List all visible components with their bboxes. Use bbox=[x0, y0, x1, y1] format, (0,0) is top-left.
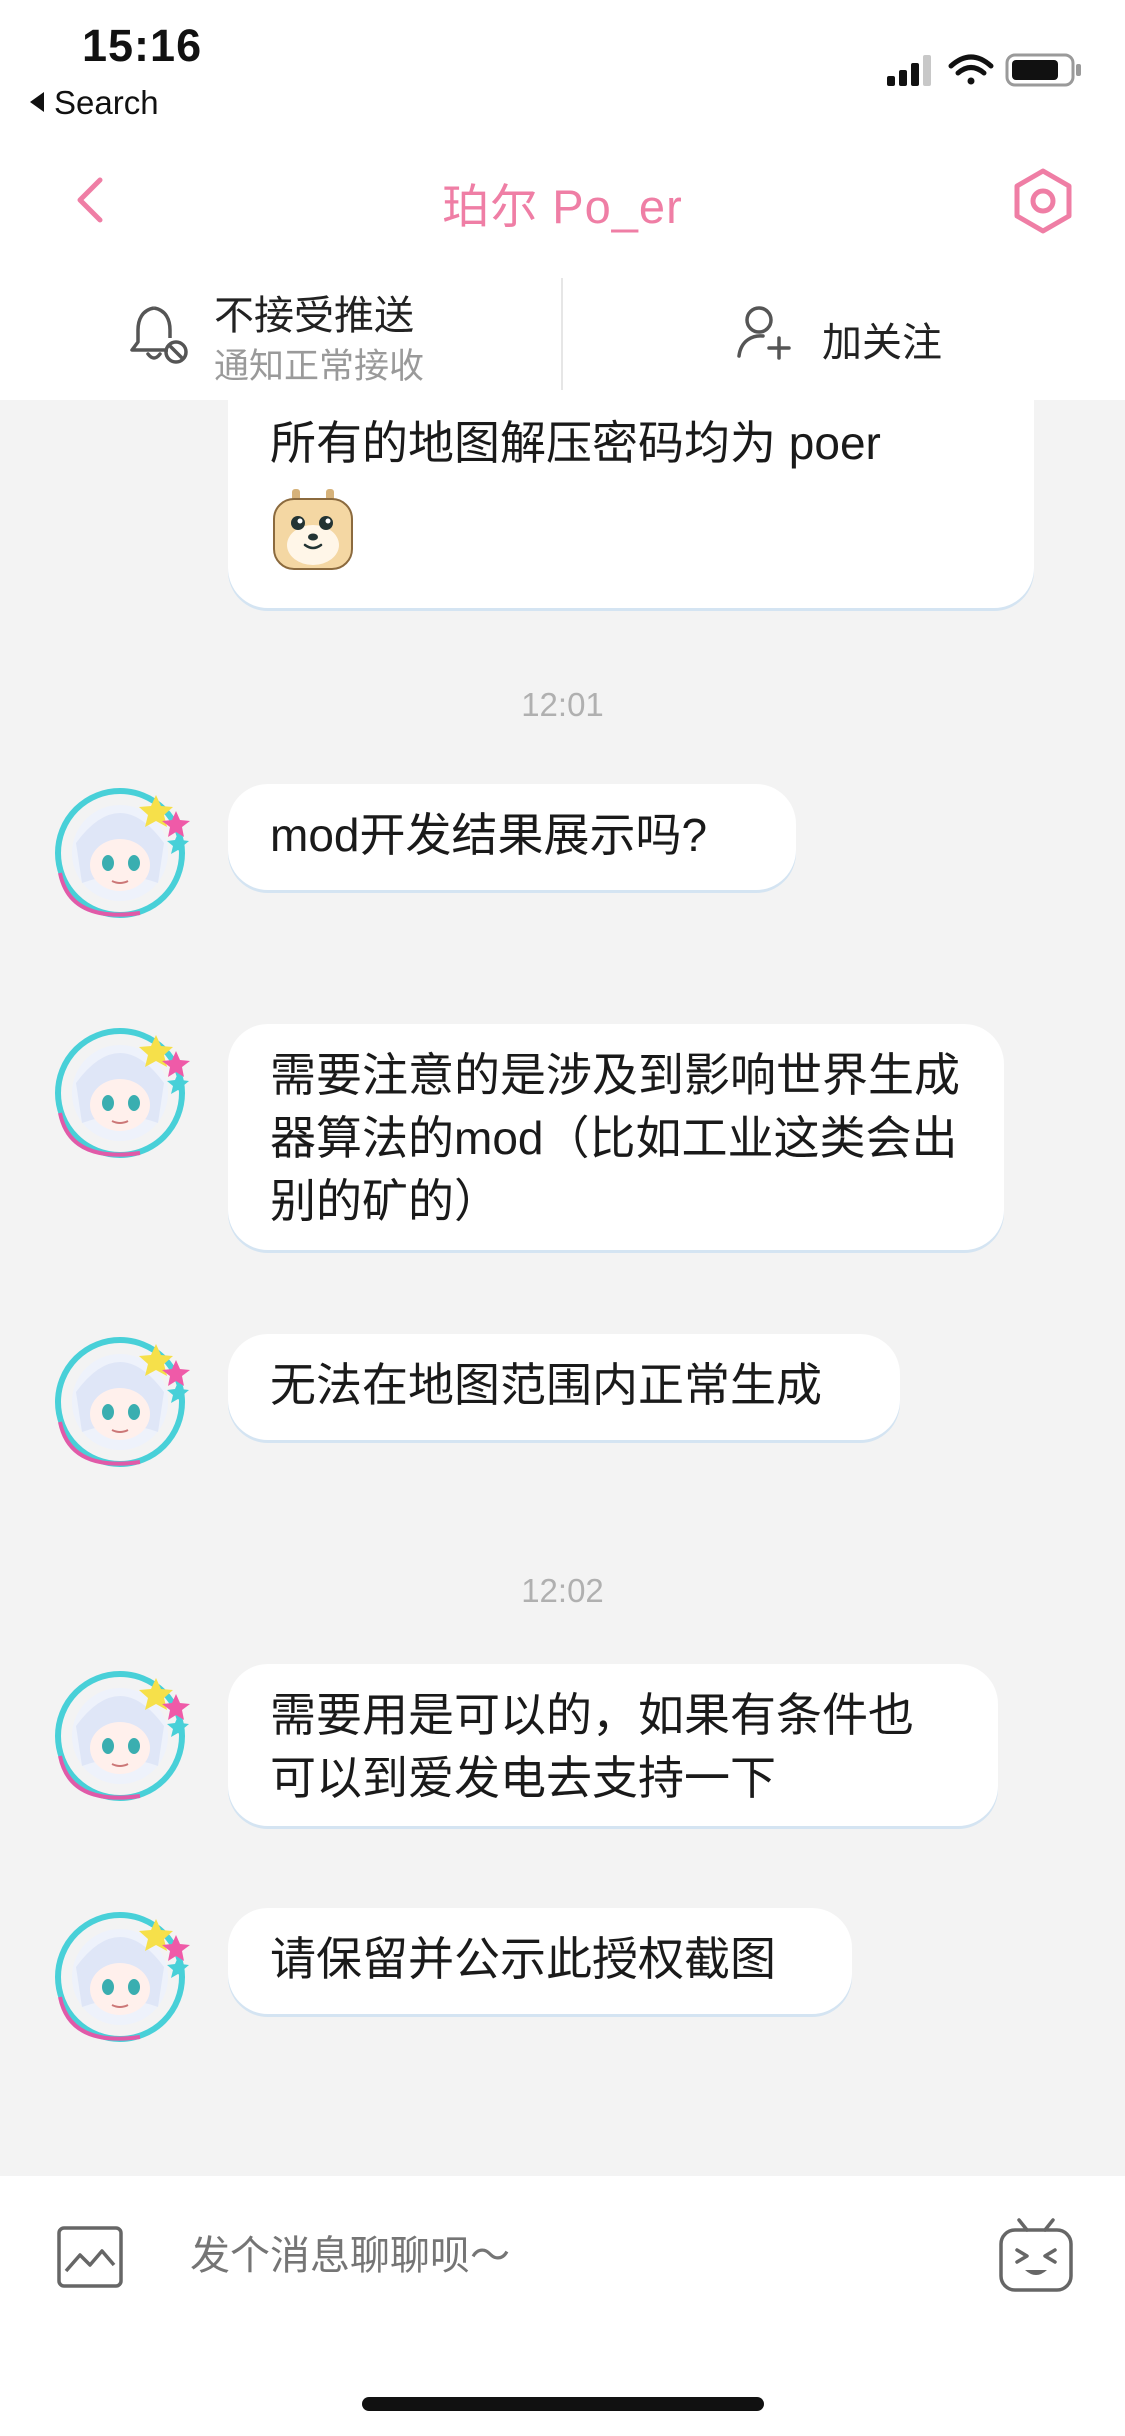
follow-label[interactable]: 加关注 bbox=[822, 310, 942, 368]
image-icon bbox=[57, 2226, 123, 2288]
emoji-button[interactable] bbox=[997, 2216, 1075, 2296]
avatar[interactable] bbox=[50, 1013, 200, 1163]
signal-icon bbox=[887, 55, 931, 86]
status-time: 15:16 bbox=[82, 20, 203, 71]
emoji-tv-icon bbox=[999, 2218, 1073, 2292]
message-bubble-self[interactable]: 所有的地图解压密码均为 poer bbox=[228, 400, 1034, 608]
back-to-search-label: Search bbox=[54, 84, 159, 121]
hexagon-settings-icon bbox=[1014, 168, 1072, 234]
message-bubble[interactable]: 请保留并公示此授权截图 bbox=[228, 1908, 852, 2014]
avatar[interactable] bbox=[50, 1656, 200, 1806]
avatar[interactable] bbox=[50, 773, 200, 923]
message-text: 请保留并公示此授权截图 bbox=[270, 1933, 776, 1985]
push-setting-subtitle: 通知正常接收 bbox=[214, 347, 425, 386]
timestamp: 12:02 bbox=[521, 1572, 604, 1609]
message-bubble[interactable]: mod开发结果展示吗? bbox=[228, 784, 796, 890]
mute-push-toggle[interactable] bbox=[128, 302, 190, 368]
avatar[interactable] bbox=[50, 1897, 200, 2047]
push-setting-title[interactable]: 不接受推送 bbox=[214, 283, 414, 341]
message-bubble[interactable]: 需要用是可以的，如果有条件也可以到爱发电去支持一下 bbox=[228, 1664, 998, 1826]
image-picker-button[interactable] bbox=[56, 2225, 124, 2289]
follow-button[interactable] bbox=[735, 302, 793, 362]
message-text: 需要用是可以的，如果有条件也可以到爱发电去支持一下 bbox=[270, 1689, 914, 1804]
battery-icon bbox=[1005, 53, 1081, 87]
home-indicator[interactable] bbox=[362, 2397, 764, 2411]
timestamp: 12:01 bbox=[521, 686, 604, 723]
message-text: 需要注意的是涉及到影响世界生成器算法的mod（比如工业这类会出别的矿的） bbox=[270, 1049, 960, 1227]
message-bubble[interactable]: 无法在地图范围内正常生成 bbox=[228, 1334, 900, 1440]
add-user-icon bbox=[737, 306, 791, 360]
settings-button[interactable] bbox=[1008, 166, 1078, 236]
message-text: 无法在地图范围内正常生成 bbox=[270, 1359, 822, 1411]
back-to-search[interactable]: Search bbox=[30, 84, 159, 122]
wifi-icon bbox=[948, 54, 994, 85]
avatar[interactable] bbox=[50, 1322, 200, 1472]
message-input[interactable] bbox=[190, 2226, 890, 2286]
message-bubble[interactable]: 需要注意的是涉及到影响世界生成器算法的mod（比如工业这类会出别的矿的） bbox=[228, 1024, 1004, 1250]
divider bbox=[561, 278, 563, 390]
status-icons bbox=[885, 50, 1085, 90]
dog-sticker-icon bbox=[273, 489, 353, 570]
back-triangle-icon bbox=[30, 92, 44, 112]
page-title: 珀尔 Po_er bbox=[442, 180, 683, 233]
message-text: 所有的地图解压密码均为 poer bbox=[270, 417, 881, 469]
message-text: mod开发结果展示吗? bbox=[270, 809, 708, 861]
bell-mute-icon bbox=[130, 306, 188, 364]
